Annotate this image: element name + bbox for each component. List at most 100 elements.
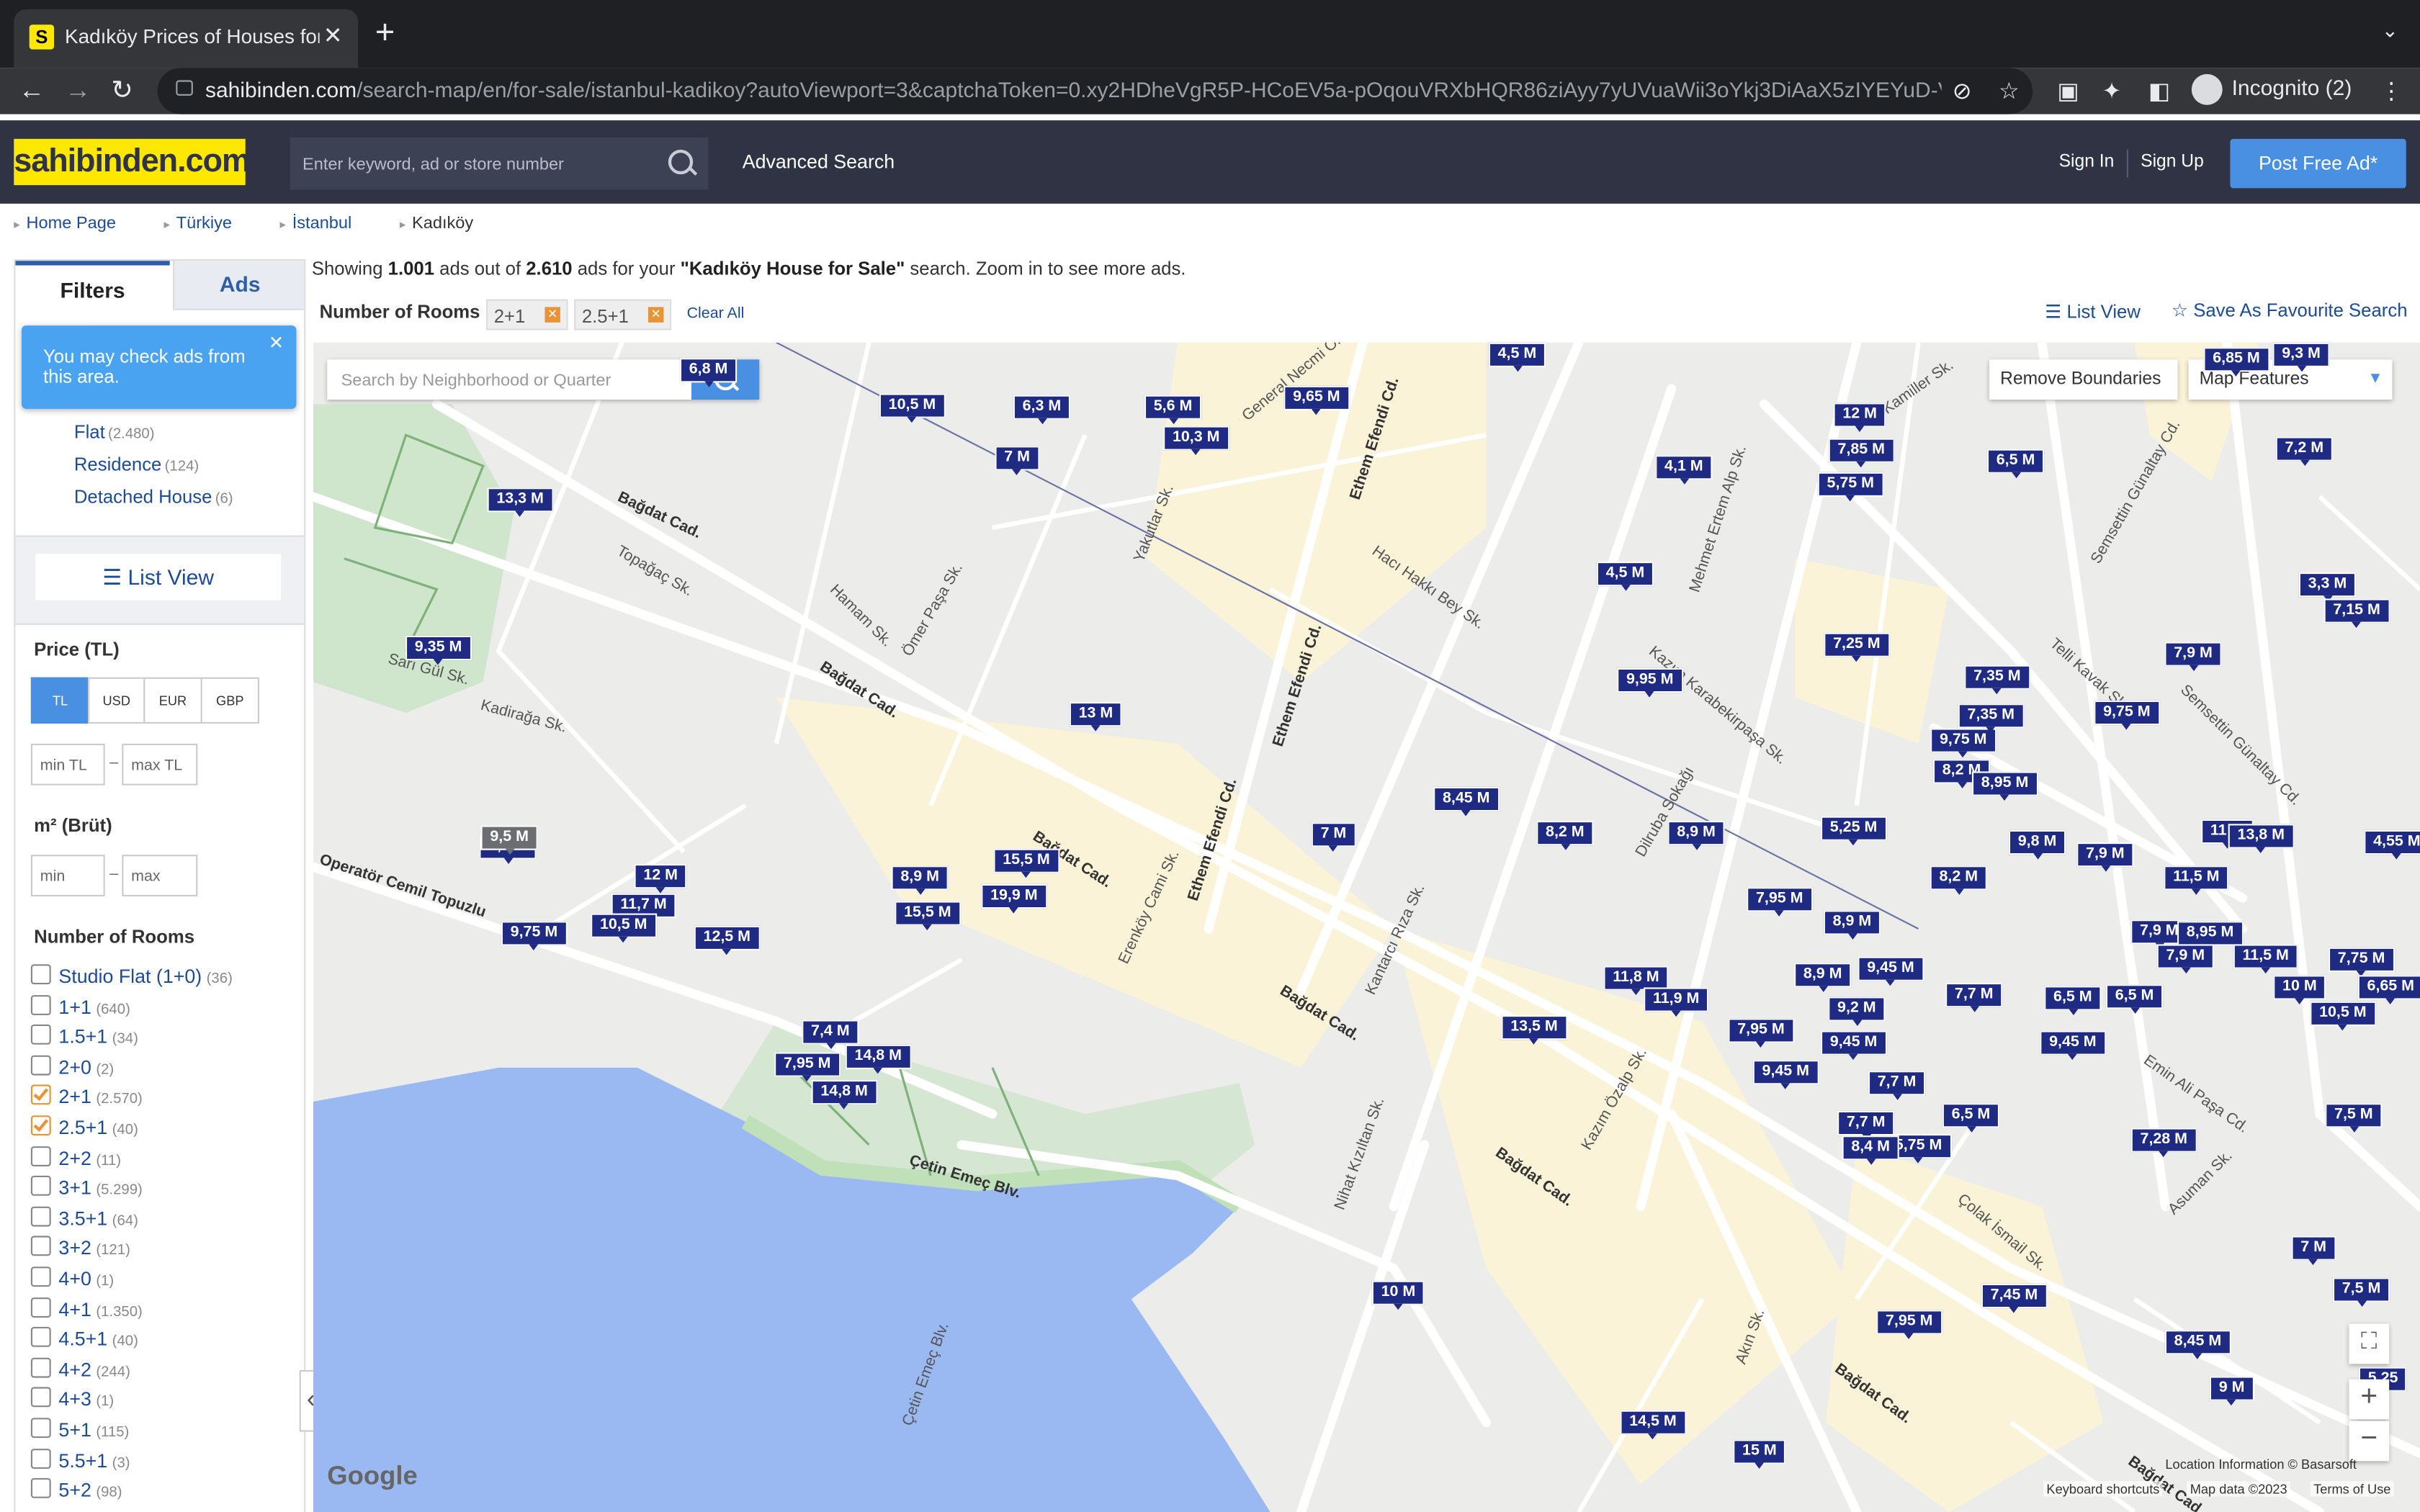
room-option[interactable]: 2+0 (2) [30, 1055, 114, 1078]
price-marker[interactable]: 9 M [2209, 1376, 2254, 1406]
price-marker[interactable]: 8,9 M [1794, 963, 1852, 992]
room-checkbox[interactable] [30, 1025, 51, 1045]
room-checkbox[interactable] [30, 1297, 51, 1318]
price-marker[interactable]: 9,75 M [501, 921, 568, 950]
extension-icon[interactable]: ▣ [2057, 77, 2079, 104]
bookmark-star-icon[interactable]: ☆ [1999, 77, 2020, 104]
price-marker[interactable]: 9,2 M [1828, 996, 1886, 1026]
price-marker[interactable]: 7 M [1311, 822, 1356, 852]
remove-chip-icon[interactable]: ✕ [648, 307, 664, 323]
price-marker[interactable]: 7,28 M [2130, 1128, 2197, 1158]
price-marker[interactable]: 8,4 M [1842, 1135, 1899, 1165]
currency-eur[interactable]: EUR [143, 677, 202, 724]
room-option[interactable]: 2.5+1 (40) [30, 1115, 138, 1138]
price-marker[interactable]: 7,95 M [1876, 1310, 1942, 1339]
profile-button[interactable]: Incognito (2) [2191, 73, 2352, 105]
price-marker[interactable]: 4,5 M [1488, 342, 1546, 372]
room-checkbox[interactable] [30, 964, 51, 985]
price-marker[interactable]: 6,3 M [1013, 395, 1071, 425]
price-marker[interactable]: 7,95 M [1728, 1018, 1794, 1048]
price-marker[interactable]: 6,65 M [2357, 975, 2420, 1004]
price-marker[interactable]: 7,25 M [1824, 632, 1890, 662]
price-marker[interactable]: 12,5 M [694, 925, 760, 955]
room-option[interactable]: 1.5+1 (34) [30, 1025, 138, 1048]
price-marker[interactable]: 4,5 M [1596, 562, 1654, 591]
room-checkbox[interactable] [30, 1266, 51, 1287]
price-marker[interactable]: 7 M [995, 446, 1039, 475]
max-price-input[interactable]: max TL [122, 743, 198, 786]
price-marker[interactable]: 8,9 M [891, 865, 949, 895]
list-view-link[interactable]: ☰ List View [2045, 301, 2141, 323]
price-marker[interactable]: 7,7 M [1945, 983, 2003, 1012]
browser-tab[interactable]: S Kadıköy Prices of Houses for Sale ✕ [14, 9, 359, 68]
room-checkbox[interactable] [30, 1327, 51, 1348]
price-marker[interactable]: 9,45 M [1857, 956, 1924, 986]
reload-icon[interactable]: ↻ [111, 76, 133, 107]
side-panel-icon[interactable]: ◧ [2148, 77, 2170, 104]
price-marker[interactable]: 15 M [1733, 1439, 1786, 1469]
price-marker[interactable]: 13,5 M [1501, 1015, 1567, 1045]
price-marker[interactable]: 10 M [1371, 1280, 1425, 1310]
room-option[interactable]: 4+0 (1) [30, 1266, 114, 1290]
price-marker[interactable]: 6,5 M [2044, 986, 2102, 1015]
price-marker[interactable]: 7,75 M [2328, 947, 2395, 977]
price-marker[interactable]: 4,1 M [1655, 455, 1713, 485]
terms-of-use-link[interactable]: Terms of Use [2310, 1481, 2394, 1497]
price-marker[interactable]: 12 M [634, 864, 687, 894]
price-marker[interactable]: 10,5 M [879, 393, 946, 423]
tab-ads[interactable]: Ads [173, 261, 305, 310]
room-option[interactable]: 4.5+1 (40) [30, 1327, 138, 1350]
price-marker[interactable]: 8,9 M [1667, 821, 1725, 850]
price-marker[interactable]: 13 M [1069, 701, 1123, 732]
close-tooltip-icon[interactable]: ✕ [269, 333, 284, 354]
remove-boundaries-button[interactable]: Remove Boundaries [1989, 359, 2178, 400]
room-checkbox[interactable] [30, 1448, 51, 1469]
room-option[interactable]: 5.5+1 (3) [30, 1448, 130, 1471]
post-free-ad-button[interactable]: Post Free Ad* [2230, 138, 2406, 189]
tab-filters[interactable]: Filters [15, 261, 170, 310]
advanced-search-link[interactable]: Advanced Search [743, 151, 895, 173]
price-marker[interactable]: 4,55 M [2364, 829, 2420, 860]
room-option[interactable]: 4+2 (244) [30, 1357, 130, 1380]
price-marker[interactable]: 7,45 M [1981, 1283, 2048, 1313]
site-search-input[interactable] [299, 149, 653, 181]
price-marker[interactable]: 7,9 M [2076, 842, 2134, 872]
remove-chip-icon[interactable]: ✕ [544, 307, 560, 323]
price-marker[interactable]: 15,5 M [993, 848, 1059, 878]
neighborhood-search-input[interactable] [338, 366, 684, 395]
price-marker[interactable]: 9,45 M [1820, 1030, 1887, 1061]
price-marker[interactable]: 10 M [2273, 975, 2326, 1004]
currency-gbp[interactable]: GBP [200, 677, 259, 724]
room-option[interactable]: 5+2 (98) [30, 1478, 122, 1501]
price-marker[interactable]: 6,5 M [2105, 984, 2164, 1014]
price-marker[interactable]: 8,45 M [2164, 1330, 2231, 1359]
room-option[interactable]: 1+1 (640) [30, 994, 130, 1017]
price-marker[interactable]: 7,35 M [1964, 665, 2030, 695]
price-marker[interactable]: 7,5 M [2332, 1277, 2390, 1307]
price-marker[interactable]: 9,3 M [2272, 342, 2330, 372]
room-checkbox[interactable] [30, 1206, 51, 1227]
price-marker[interactable]: 7,7 M [1868, 1071, 1926, 1100]
save-favourite-search-link[interactable]: ☆ Save As Favourite Search [2172, 300, 2408, 321]
room-checkbox[interactable] [30, 1176, 51, 1197]
price-marker[interactable]: 14,8 M [845, 1044, 911, 1074]
room-option[interactable]: 3.5+1 (64) [30, 1206, 138, 1229]
room-option[interactable]: 3+2 (121) [30, 1236, 130, 1259]
price-marker[interactable]: 7,95 M [1747, 887, 1813, 917]
tab-search-icon[interactable]: ⌄ [2382, 19, 2398, 43]
zoom-out-button[interactable]: − [2349, 1421, 2390, 1462]
room-checkbox[interactable] [30, 994, 51, 1015]
room-option[interactable]: 4+1 (1.350) [30, 1297, 143, 1320]
price-marker[interactable]: 8,95 M [2177, 921, 2244, 950]
sign-in-link[interactable]: Sign In [2059, 153, 2115, 171]
filter-chip-2-1[interactable]: 2+1 ✕ [486, 299, 568, 330]
category-residence[interactable]: Residence (124) [74, 454, 199, 475]
room-checkbox[interactable] [30, 1146, 51, 1166]
room-option[interactable]: 3+1 (5.299) [30, 1176, 143, 1199]
price-marker[interactable]: 7,4 M [802, 1020, 859, 1050]
price-marker[interactable]: 9,45 M [1752, 1060, 1819, 1089]
price-marker[interactable]: 7 M [2291, 1236, 2336, 1266]
keyboard-shortcuts-link[interactable]: Keyboard shortcuts [2043, 1481, 2163, 1497]
price-marker[interactable]: 11,5 M [2164, 865, 2229, 895]
price-marker[interactable]: 7,35 M [1958, 703, 2024, 733]
